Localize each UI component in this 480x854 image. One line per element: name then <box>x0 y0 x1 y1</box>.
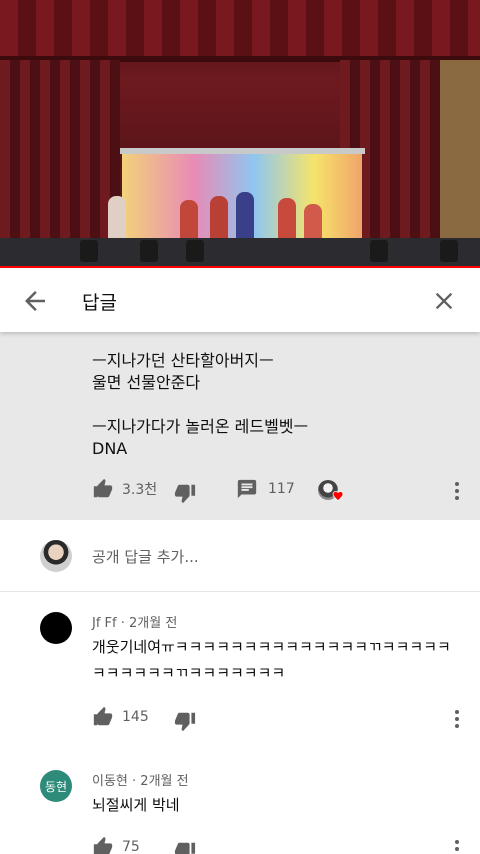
reply-item: Jf Ff · 2개월 전 개웃기네여ㅠㅋㅋㅋㅋㅋㅋㅋㅋㅋㅋㅋㅋㅋㅋㄲㅋㅋㅋㅋㅋ… <box>0 592 480 752</box>
like-count: 75 <box>122 839 140 854</box>
like-button[interactable]: 3.3천 <box>92 476 157 502</box>
reply-count: 117 <box>268 481 295 497</box>
back-arrow-icon[interactable] <box>20 286 50 316</box>
thumb-down-icon[interactable] <box>174 710 196 732</box>
thumb-up-icon <box>93 836 113 854</box>
more-vert-icon[interactable] <box>454 482 460 500</box>
close-icon[interactable] <box>430 287 458 315</box>
thumb-up-icon <box>93 706 113 726</box>
video-player[interactable] <box>0 0 480 268</box>
stage-light <box>80 240 98 262</box>
avatar[interactable] <box>40 612 72 644</box>
reply-author[interactable]: 이동현 <box>92 774 128 789</box>
more-vert-icon[interactable] <box>454 840 460 854</box>
page-title: 답글 <box>82 292 117 314</box>
more-vert-icon[interactable] <box>454 710 460 728</box>
reply-text: 뇌절씨게 박네 <box>92 796 180 814</box>
reply-meta: Jf Ff · 2개월 전 <box>92 612 177 631</box>
stage-light <box>370 240 388 262</box>
reply-time: 2개월 전 <box>140 774 189 789</box>
replies-header: 답글 <box>0 270 480 332</box>
reply-icon <box>237 479 257 499</box>
meta-separator: · <box>120 616 130 631</box>
avatar[interactable]: 동현 <box>40 770 72 802</box>
stage-light <box>186 240 204 262</box>
side-wall <box>440 60 480 260</box>
thumb-down-icon[interactable] <box>174 840 196 854</box>
parent-comment: ㅡ지나가던 산타할아버지ㅡ 울면 선물안준다 ㅡ지나가다가 놀러온 레드벨벳ㅡ … <box>0 332 480 520</box>
stage-light <box>440 240 458 262</box>
reply-count-button[interactable]: 117 <box>236 476 295 502</box>
add-reply-box[interactable]: 공개 답글 추가... <box>0 520 480 592</box>
user-avatar <box>40 540 72 572</box>
reply-item: 동현 이동현 · 2개월 전 뇌절씨게 박네 75 <box>0 752 480 854</box>
thumb-up-icon <box>93 478 113 498</box>
like-button[interactable]: 145 <box>92 704 149 730</box>
like-count: 145 <box>122 709 149 725</box>
reply-author[interactable]: Jf Ff <box>92 616 117 631</box>
curtain-left <box>0 60 120 260</box>
comment-text: ㅡ지나가던 산타할아버지ㅡ 울면 선물안준다 ㅡ지나가다가 놀러온 레드벨벳ㅡ … <box>92 351 309 458</box>
like-count: 3.3천 <box>122 482 158 498</box>
reply-meta: 이동현 · 2개월 전 <box>92 770 189 789</box>
add-reply-placeholder[interactable]: 공개 답글 추가... <box>92 546 199 567</box>
stage-floor <box>0 238 480 268</box>
reply-text: 개웃기네여ㅠㅋㅋㅋㅋㅋㅋㅋㅋㅋㅋㅋㅋㅋㅋㄲㅋㅋㅋㅋㅋㅋㅋㅋㅋㅋㅋㄲㅋㅋㅋㅋㅋㅋㅋ <box>92 638 451 682</box>
video-progress-bar[interactable] <box>0 266 480 268</box>
thumb-down-icon[interactable] <box>174 482 196 504</box>
stage-light <box>140 240 158 262</box>
stage-valance <box>0 0 480 62</box>
heart-icon <box>332 491 344 502</box>
like-button[interactable]: 75 <box>92 834 140 854</box>
reply-time: 2개월 전 <box>129 616 178 631</box>
